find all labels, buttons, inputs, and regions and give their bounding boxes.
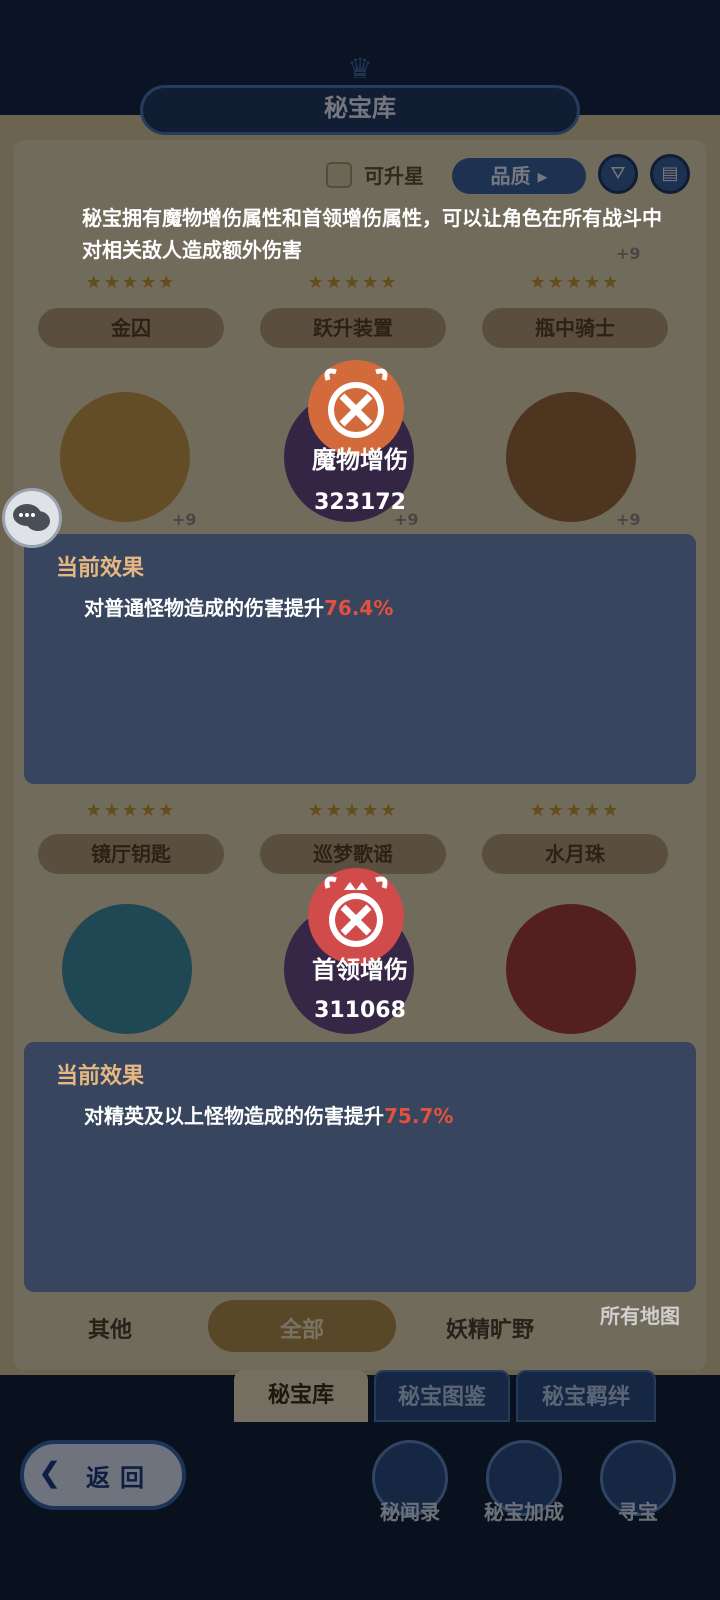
boss-effect-percent: 75.7%	[384, 1104, 454, 1128]
boss-effect-title: 当前效果	[56, 1064, 145, 1089]
chat-button[interactable]	[2, 488, 62, 548]
boss-damage-title: 首领增伤	[312, 956, 408, 984]
monster-damage-title: 魔物增伤	[312, 446, 408, 474]
monster-damage-value: 323172	[314, 490, 406, 515]
boss-effect-text: 对精英及以上怪物造成的伤害提升75.7%	[84, 1100, 453, 1129]
boss-effect-description: 对精英及以上怪物造成的伤害提升	[84, 1104, 384, 1128]
boss-damage-value: 311068	[314, 998, 406, 1023]
all-maps-label[interactable]: 所有地图	[600, 1300, 680, 1329]
chat-icon	[13, 504, 50, 531]
monster-effect-description: 对普通怪物造成的伤害提升	[84, 596, 324, 620]
treasure-intro-text: 秘宝拥有魔物增伤属性和首领增伤属性，可以让角色在所有战斗中对相关敌人造成额外伤害	[82, 206, 662, 262]
monster-effect-percent: 76.4%	[324, 596, 394, 620]
monster-effect-text: 对普通怪物造成的伤害提升76.4%	[84, 592, 393, 621]
monster-effect-title: 当前效果	[56, 556, 145, 581]
